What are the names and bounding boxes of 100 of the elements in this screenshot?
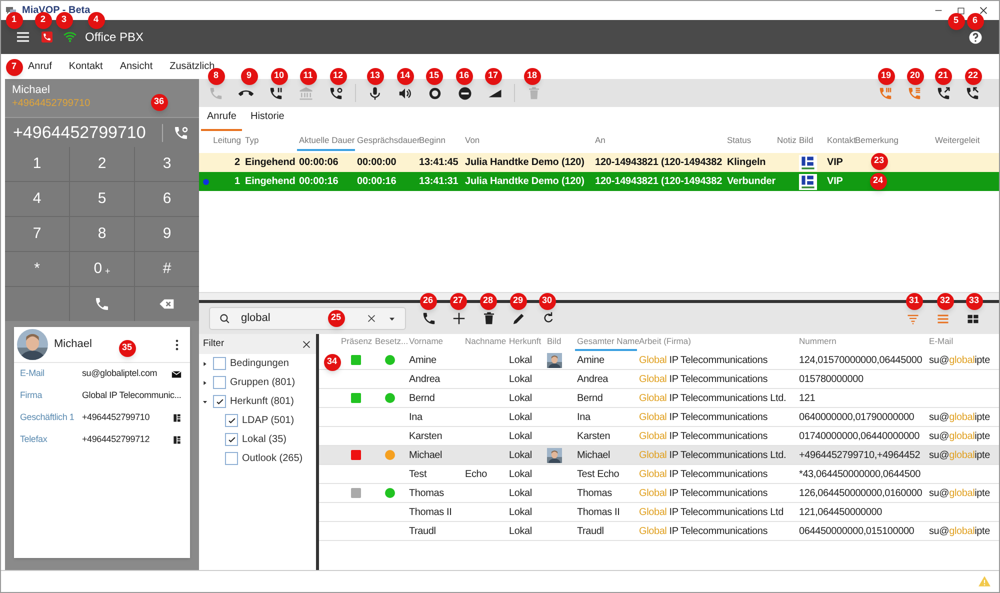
keypad-key[interactable]: 8: [70, 217, 134, 251]
table-cell-text: 13:41:31: [418, 175, 460, 189]
table-cell-text: Klingeln: [726, 156, 767, 170]
column-header[interactable]: Bild: [545, 335, 575, 351]
menu-item[interactable]: Anruf: [28, 59, 52, 74]
keypad-key[interactable]: 9: [135, 217, 199, 251]
column-header[interactable]: Gesamter Name: [575, 335, 637, 351]
table-cell-text: su@globalipte: [928, 486, 991, 500]
caret-right-icon[interactable]: [201, 378, 209, 386]
table-cell-text: Thomas: [576, 486, 613, 500]
column-header[interactable]: Nummern: [797, 335, 927, 351]
table-cell-text: Julia Handtke Demo (120): [464, 156, 586, 170]
checkbox[interactable]: [225, 452, 238, 465]
table-row[interactable]: Bernd Lokal Bernd Global IP Telecommunications Ltd. 121: [319, 389, 999, 408]
callout-marker: 15: [426, 68, 442, 84]
column-header[interactable]: Status: [725, 134, 775, 151]
keypad-key[interactable]: 5: [70, 182, 134, 216]
keypad-key[interactable]: 1: [5, 147, 69, 181]
callout-marker: 2: [34, 12, 52, 28]
menu-item[interactable]: Ansicht: [120, 59, 153, 74]
column-header[interactable]: Aktuelle Dauer: [297, 134, 355, 151]
column-header[interactable]: Notiz: [775, 134, 797, 151]
checkbox[interactable]: [225, 414, 238, 427]
caret-right-icon[interactable]: [201, 360, 209, 368]
column-header[interactable]: Besetz...: [373, 335, 407, 351]
column-header[interactable]: Herkunft: [507, 335, 545, 351]
phonebook-icon[interactable]: [172, 413, 182, 423]
field-value: Global IP Telecommunic...: [82, 389, 182, 402]
callout-marker: 20: [906, 68, 924, 84]
filter-label: Lokal (35): [242, 433, 286, 447]
table-row[interactable]: Ina Lokal Ina Global IP Telecommunications 0640000000,01790000000 su@globalipte: [319, 408, 999, 427]
keypad-key[interactable]: 7: [5, 217, 69, 251]
table-cell-text: Amine: [576, 354, 606, 368]
tab[interactable]: Anrufe: [201, 109, 242, 131]
table-cell-text: Ina: [576, 410, 592, 424]
checkbox[interactable]: [213, 357, 226, 370]
table-cell-text: Thomas: [408, 486, 445, 500]
table-cell-text: su@globalipte: [928, 430, 991, 444]
checkbox[interactable]: [213, 376, 226, 389]
table-cell-text: 1: [234, 175, 241, 189]
clear-icon[interactable]: [366, 313, 377, 324]
table-cell-text: su@globalipte: [928, 410, 991, 424]
table-cell-text: 2: [234, 156, 241, 170]
mail-icon[interactable]: [171, 368, 182, 380]
keypad-key[interactable]: 6: [135, 182, 199, 216]
tab[interactable]: Historie: [244, 109, 290, 131]
column-header[interactable]: Vorname: [407, 335, 463, 351]
column-header[interactable]: An: [593, 134, 725, 151]
keypad-key[interactable]: *: [5, 252, 69, 286]
filter-label: LDAP (501): [242, 414, 294, 428]
close-icon[interactable]: [301, 338, 312, 350]
call-key-icon[interactable]: [94, 296, 110, 312]
callout-marker: 5: [948, 12, 964, 30]
keypad-key[interactable]: #: [135, 252, 199, 286]
column-header[interactable]: Typ: [243, 134, 297, 151]
table-cell-text: Global IP Telecommunications Ltd.: [638, 448, 788, 462]
column-header[interactable]: Nachname: [463, 335, 507, 351]
help-icon[interactable]: [968, 30, 983, 44]
menu-item[interactable]: Kontakt: [68, 59, 103, 74]
table-cell-text: Lokal: [508, 410, 533, 424]
column-header[interactable]: Präsenz: [339, 335, 373, 351]
keypad-key[interactable]: 0 +: [70, 252, 134, 286]
column-header[interactable]: E-Mail: [927, 335, 999, 351]
table-cell-text: Global IP Telecommunications: [638, 354, 769, 368]
column-header[interactable]: Bild: [797, 134, 825, 151]
table-row[interactable]: Thomas Lokal Thomas Global IP Telecommunications 126,064450000000,0160000 su@globalipte: [319, 484, 999, 503]
field-value: +4964452799710: [82, 411, 151, 424]
checkbox[interactable]: [225, 433, 238, 446]
keypad-key[interactable]: 3: [135, 147, 199, 181]
filter-title: Filter: [203, 336, 224, 351]
close-icon[interactable]: [978, 5, 989, 16]
keypad-key[interactable]: 4: [5, 182, 69, 216]
table-cell-text: Lokal: [508, 372, 533, 386]
callout-marker: 9: [240, 68, 258, 84]
table-row[interactable]: Andrea Lokal Andrea Global IP Telecommunications 015780000000: [319, 370, 999, 389]
table-cell-text: 00:00:06: [298, 156, 340, 170]
table-row[interactable]: Thomas II Lokal Thomas II Global IP Telecommunications Ltd 121,064450000000: [319, 503, 999, 522]
column-header[interactable]: Leitung: [213, 134, 243, 151]
table-row[interactable]: Michael Lokal Michael Global IP Telecommunications Ltd. +4964452799710,+4964452 su@globalipte: [319, 446, 999, 465]
checkbox[interactable]: [213, 395, 226, 408]
table-cell-text: Lokal: [508, 430, 533, 444]
table-row[interactable]: Test Echo Lokal Test Echo Global IP Telecommunications *43,064450000000,0644500: [319, 465, 999, 484]
phonebook-icon[interactable]: [172, 435, 182, 445]
table-row[interactable]: Traudl Lokal Traudl Global IP Telecommunications 064450000000,015100000 su@globalipte: [319, 522, 999, 541]
table-cell-text: Thomas II: [576, 506, 621, 520]
callout-marker: 3: [56, 12, 72, 28]
field-label: E-Mail: [20, 367, 46, 380]
table-cell-text: 120-14943821 (120-1494382: [594, 156, 724, 170]
field-label: Telefax: [20, 433, 48, 446]
table-cell-text: Lokal: [508, 468, 533, 482]
filter-label: Outlook (265): [242, 452, 303, 466]
callout-marker: 18: [524, 68, 540, 84]
table-cell-text: Thomas II: [408, 506, 453, 520]
column-header[interactable]: Von: [463, 134, 593, 151]
keypad-key[interactable]: 2: [70, 147, 134, 181]
maximize-icon[interactable]: [956, 6, 966, 16]
table-cell-text: Global IP Telecommunications Ltd.: [638, 392, 788, 406]
table-cell-text: Traudl: [408, 524, 437, 538]
table-cell-text: 00:00:16: [356, 175, 398, 189]
column-header[interactable]: Weitergeleit: [933, 134, 999, 151]
